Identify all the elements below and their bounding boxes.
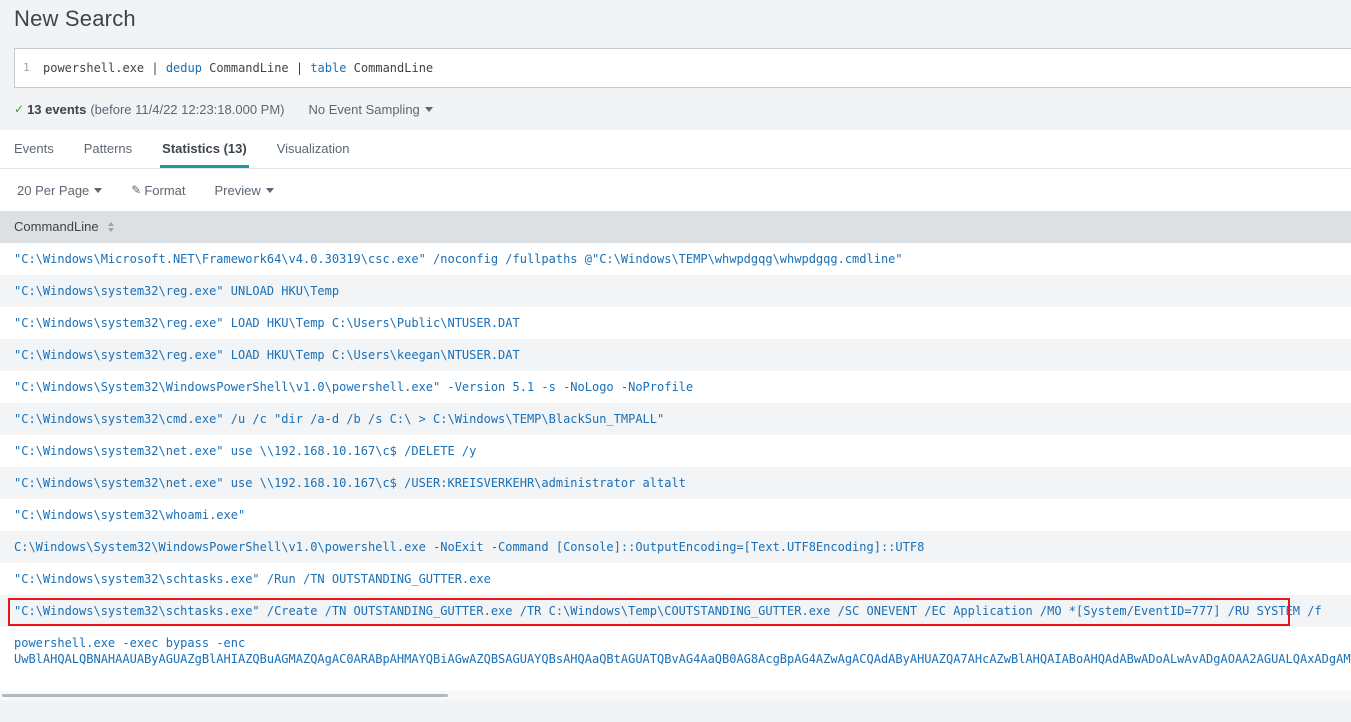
caret-down-icon — [424, 106, 433, 112]
search-input[interactable]: 1 powershell.exe | dedup CommandLine | t… — [14, 48, 1351, 88]
query-part: CommandLine — [346, 61, 434, 75]
table-row[interactable]: "C:\Windows\system32\net.exe" use \\192.… — [0, 435, 1351, 467]
search-time: (before 11/4/22 12:23:18.000 PM) — [90, 101, 285, 117]
query-keyword: table — [310, 61, 347, 75]
table-cell-line: UwBlAHQALQBNAHAAUAByAGUAZgBlAHIAZQBuAGMA… — [14, 652, 1351, 666]
table-row[interactable]: "C:\Windows\system32\schtasks.exe" /Crea… — [0, 595, 1351, 627]
table-cell-line: powershell.exe -exec bypass -enc — [14, 636, 246, 650]
search-query[interactable]: powershell.exe | dedup CommandLine | tab… — [43, 49, 433, 87]
table-row[interactable]: "C:\Windows\system32\cmd.exe" /u /c "dir… — [0, 403, 1351, 435]
tab-visualization[interactable]: Visualization — [261, 130, 366, 168]
format-label: Format — [144, 182, 186, 198]
table-row[interactable]: "C:\Windows\system32\reg.exe" LOAD HKU\T… — [0, 339, 1351, 371]
per-page-dropdown[interactable]: 20 Per Page — [17, 182, 103, 198]
query-part: powershell.exe | — [43, 61, 166, 75]
results-toolbar: 20 Per Page ✎ Format Preview — [0, 169, 1351, 211]
preview-dropdown[interactable]: Preview — [215, 183, 274, 198]
sort-icon[interactable] — [107, 221, 115, 233]
table-row[interactable]: "C:\Windows\system32\whoami.exe" — [0, 499, 1351, 531]
query-part: CommandLine | — [201, 61, 311, 75]
page-title: New Search — [14, 6, 136, 31]
format-button[interactable]: ✎ Format — [131, 183, 185, 198]
results-tabs: Events Patterns Statistics (13) Visualiz… — [0, 130, 1351, 169]
table-row[interactable]: C:\Windows\System32\WindowsPowerShell\v1… — [0, 531, 1351, 563]
table-row[interactable]: "C:\Windows\Microsoft.NET\Framework64\v4… — [0, 243, 1351, 275]
results-panel: Events Patterns Statistics (13) Visualiz… — [0, 130, 1351, 700]
query-keyword: dedup — [165, 61, 202, 75]
table-row[interactable]: "C:\Windows\system32\net.exe" use \\192.… — [0, 467, 1351, 499]
table-row[interactable]: "C:\Windows\system32\reg.exe" UNLOAD HKU… — [0, 275, 1351, 307]
table-row[interactable]: "C:\Windows\system32\reg.exe" LOAD HKU\T… — [0, 307, 1351, 339]
event-sampling-label: No Event Sampling — [308, 101, 420, 117]
column-header-label: CommandLine — [14, 219, 99, 234]
tab-statistics[interactable]: Statistics (13) — [146, 130, 263, 168]
table-row[interactable]: powershell.exe -exec bypass -enc UwBlAHQ… — [0, 627, 1351, 675]
event-sampling-dropdown[interactable]: No Event Sampling — [309, 102, 433, 117]
scrollbar-thumb[interactable] — [2, 694, 448, 697]
tab-patterns[interactable]: Patterns — [68, 130, 148, 168]
table-row[interactable]: "C:\Windows\System32\WindowsPowerShell\v… — [0, 371, 1351, 403]
caret-down-icon — [265, 187, 274, 193]
pencil-icon: ✎ — [131, 183, 142, 197]
event-count: 13 events — [27, 101, 87, 117]
preview-label: Preview — [214, 182, 261, 198]
caret-down-icon — [94, 187, 103, 193]
horizontal-scrollbar[interactable] — [0, 691, 1351, 700]
results-table-body: "C:\Windows\Microsoft.NET\Framework64\v4… — [0, 243, 1351, 675]
table-row[interactable]: "C:\Windows\system32\schtasks.exe" /Run … — [0, 563, 1351, 595]
search-status: ✓ 13 events (before 11/4/22 12:23:18.000… — [14, 100, 433, 118]
line-number: 1 — [23, 61, 30, 74]
tab-events[interactable]: Events — [0, 130, 70, 168]
per-page-label: 20 Per Page — [17, 182, 90, 198]
check-icon: ✓ — [14, 102, 25, 116]
column-header-commandline[interactable]: CommandLine — [0, 211, 1351, 243]
